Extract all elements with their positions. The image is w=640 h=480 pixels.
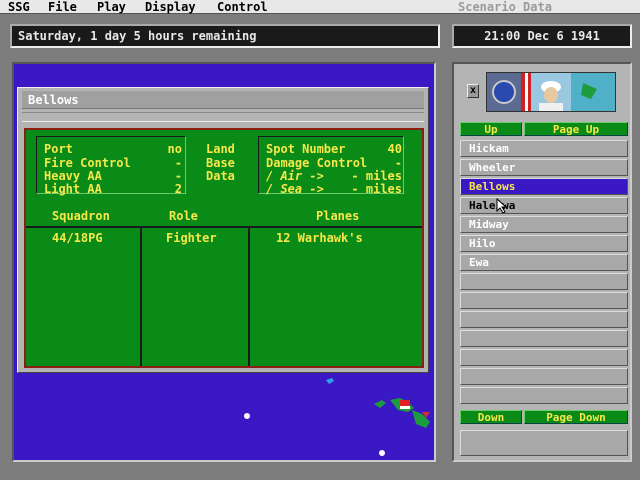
- empty-list-slot: [460, 330, 628, 347]
- menu-bar: SSG File Play Display Control Scenario D…: [0, 0, 640, 14]
- scroll-down-button[interactable]: Down: [460, 410, 522, 424]
- col-planes-header: Planes: [316, 209, 360, 223]
- empty-list-slot: [460, 311, 628, 328]
- base-flag-stripe: [400, 406, 410, 409]
- status-bar: Saturday, 1 day 5 hours remaining: [10, 24, 440, 48]
- base-list-item[interactable]: Ewa: [460, 254, 628, 271]
- base-info-window: Bellows Port no Fire Control - Heavy AA …: [17, 87, 429, 373]
- spot-number-label: Spot Number: [266, 142, 346, 156]
- mouse-cursor-icon: [496, 198, 508, 214]
- empty-list-slot: [460, 387, 628, 404]
- squadron-cell: 44/18PG: [52, 231, 103, 245]
- scroll-up-button[interactable]: Up: [460, 122, 522, 136]
- empty-list-slot: [460, 430, 628, 456]
- menu-play[interactable]: Play: [97, 0, 126, 14]
- port-label: Port: [44, 142, 73, 156]
- map-marker: [244, 413, 250, 419]
- base-list-item[interactable]: Hilo: [460, 235, 628, 252]
- base-list-item[interactable]: Haleiwa: [460, 197, 628, 214]
- base-list-item[interactable]: Wheeler: [460, 159, 628, 176]
- header-divider: [26, 226, 422, 228]
- base-list-item-selected[interactable]: Bellows: [460, 178, 628, 195]
- menu-control[interactable]: Control: [217, 0, 268, 14]
- empty-list-slot: [460, 273, 628, 290]
- base-list-panel: x Up Page Up Hickam Wheeler Bellows Hale…: [452, 62, 632, 462]
- sea-range-label: / Sea ->: [266, 182, 324, 196]
- title-groove: [22, 112, 424, 122]
- commander-portrait: [486, 72, 616, 112]
- base-data-panel: Port no Fire Control - Heavy AA - Light …: [24, 128, 424, 368]
- admiral-portrait-icon: [487, 73, 615, 111]
- base-flag-icon: [400, 400, 410, 406]
- col-squadron-header: Squadron: [52, 209, 110, 223]
- map-marker: [379, 450, 385, 456]
- role-cell: Fighter: [166, 231, 217, 245]
- menu-file[interactable]: File: [48, 0, 77, 14]
- empty-list-slot: [460, 368, 628, 385]
- planes-cell: 12 Warhawk's: [276, 231, 363, 245]
- empty-list-slot: [460, 349, 628, 366]
- port-value: no: [167, 142, 182, 156]
- base-list-item[interactable]: Hickam: [460, 140, 628, 157]
- empty-list-slot: [460, 292, 628, 309]
- page-up-button[interactable]: Page Up: [524, 122, 628, 136]
- page-down-button[interactable]: Page Down: [524, 410, 628, 424]
- close-button[interactable]: x: [467, 84, 479, 98]
- menu-ssg[interactable]: SSG: [8, 0, 30, 14]
- spot-number-value: 40: [387, 142, 402, 156]
- light-aa-label: Light AA: [44, 182, 102, 196]
- light-aa-value: 2: [174, 182, 182, 196]
- sea-range-value: - miles: [351, 182, 402, 196]
- island-oahu: [374, 400, 386, 408]
- data-label: Data: [206, 169, 235, 183]
- land-label: Land: [206, 142, 235, 156]
- base-name-title: Bellows: [22, 91, 424, 109]
- col-divider: [140, 226, 142, 366]
- island-kauai: [326, 378, 334, 384]
- col-divider: [248, 226, 250, 366]
- game-clock: 21:00 Dec 6 1941: [452, 24, 632, 48]
- scenario-data-label: Scenario Data: [458, 0, 552, 14]
- col-role-header: Role: [169, 209, 198, 223]
- menu-display[interactable]: Display: [145, 0, 196, 14]
- base-list-item[interactable]: Midway: [460, 216, 628, 233]
